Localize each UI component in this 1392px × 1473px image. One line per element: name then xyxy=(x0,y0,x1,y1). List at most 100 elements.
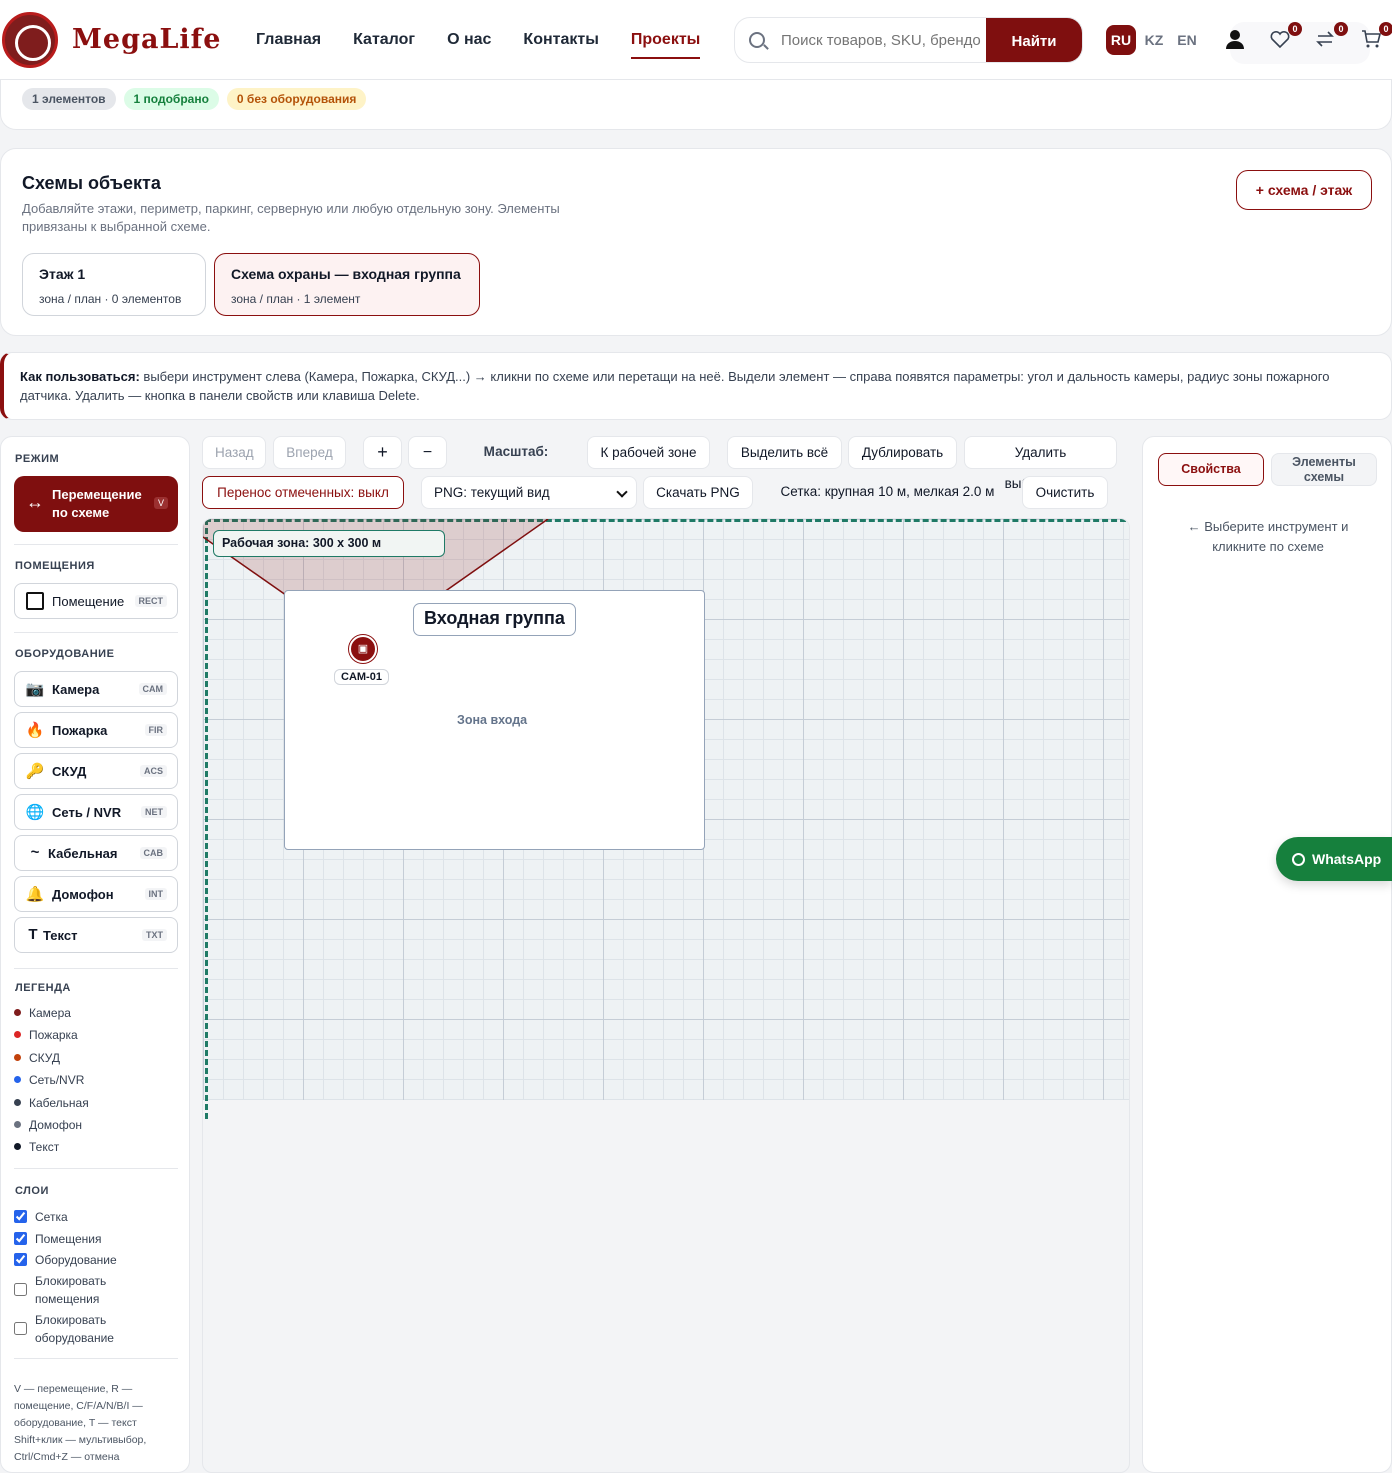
text-icon: T xyxy=(28,926,38,943)
pan-mode-key: V xyxy=(153,497,168,509)
scheme-tab-title: Этаж 1 xyxy=(39,266,86,282)
layer-rooms-checkbox[interactable] xyxy=(14,1232,27,1245)
access-control-tool-button[interactable]: 🔑 СКУД ACS xyxy=(14,753,178,789)
pan-mode-button[interactable]: ↔ Перемещение по схеме V xyxy=(14,476,178,532)
select-all-button[interactable]: Выделить всё xyxy=(727,436,842,469)
nav-about[interactable]: О нас xyxy=(431,0,507,80)
schemes-title: Схемы объекта xyxy=(22,173,161,193)
divider xyxy=(14,632,178,633)
tool-label: Камера xyxy=(52,682,100,697)
compare-count-badge: 0 xyxy=(1334,22,1348,36)
layer-grid-checkbox[interactable] xyxy=(14,1210,27,1223)
text-tool-button[interactable]: T Текст TXT xyxy=(14,917,178,953)
whatsapp-label: WhatsApp xyxy=(1312,851,1382,867)
scheme-tab-floor-1[interactable]: Этаж 1 зона / план · 0 элементов xyxy=(22,253,206,316)
nav-home[interactable]: Главная xyxy=(240,0,337,80)
png-mode-select[interactable]: PNG: текущий вид xyxy=(421,476,637,509)
room-name-label[interactable]: Входная группа xyxy=(413,603,576,636)
intercom-tool-button[interactable]: 🔔 Домофон INT xyxy=(14,876,178,912)
legend-dot xyxy=(14,1009,21,1016)
legend-section-title: ЛЕГЕНДА xyxy=(15,982,71,994)
nav-catalog[interactable]: Каталог xyxy=(337,0,431,80)
main-nav: Главная Каталог О нас Контакты Проекты xyxy=(240,0,716,80)
brand-name[interactable]: MegaLife xyxy=(72,24,221,55)
camera-tool-button[interactable]: 📷 Камера CAM xyxy=(14,671,178,707)
wishlist-count-badge: 0 xyxy=(1288,22,1302,36)
layer-rooms-toggle[interactable]: Помещения xyxy=(14,1230,174,1248)
scheme-tab-title: Схема охраны — входная группа xyxy=(231,266,461,282)
tool-label: Кабельная xyxy=(48,846,118,861)
fire-tool-button[interactable]: 🔥 Пожарка FIR xyxy=(14,712,178,748)
fire-icon: 🔥 xyxy=(25,722,45,739)
grid-info: Сетка: крупная 10 м, мелкая 2.0 м xyxy=(780,484,995,499)
search-bar: Найти xyxy=(734,17,1083,63)
layer-equipment-toggle[interactable]: Оборудование xyxy=(14,1251,174,1269)
divider xyxy=(14,544,178,545)
layer-grid-toggle[interactable]: Сетка xyxy=(14,1208,174,1226)
legend-item-access: СКУД xyxy=(14,1051,60,1065)
lock-rooms-checkbox[interactable] xyxy=(14,1283,27,1296)
move-arrows-icon: ↔ xyxy=(26,492,44,512)
tool-label: СКУД xyxy=(52,764,87,779)
redo-button[interactable]: Вперед xyxy=(273,436,346,469)
search-icon xyxy=(749,32,765,48)
download-png-button[interactable]: Скачать PNG xyxy=(643,476,753,509)
camera-icon: 📷 xyxy=(25,681,45,698)
layer-equipment-checkbox[interactable] xyxy=(14,1253,27,1266)
user-icon[interactable] xyxy=(1224,28,1246,50)
move-marked-toggle[interactable]: Перенос отмеченных: выкл xyxy=(202,476,404,509)
search-input[interactable] xyxy=(781,18,981,62)
room-tool-key: RECT xyxy=(134,595,167,607)
pan-mode-label: Перемещение по схеме xyxy=(52,487,142,520)
lang-ru[interactable]: RU xyxy=(1106,25,1136,55)
duplicate-button[interactable]: Дублировать xyxy=(848,436,957,469)
bell-icon: 🔔 xyxy=(25,886,45,903)
lock-rooms-toggle[interactable]: Блокировать помещения xyxy=(14,1272,174,1308)
search-button[interactable]: Найти xyxy=(986,18,1082,62)
equipment-section-title: ОБОРУДОВАНИЕ xyxy=(15,648,115,660)
camera-label[interactable]: CAM-01 xyxy=(334,669,389,685)
compare-icon[interactable] xyxy=(1314,28,1336,50)
scheme-canvas[interactable]: Рабочая зона: 300 x 300 м Входная группа… xyxy=(202,518,1130,1473)
nav-contacts[interactable]: Контакты xyxy=(507,0,614,80)
properties-hint: ← Выберите инструмент и кликните по схем… xyxy=(1187,519,1349,554)
globe-icon: 🌐 xyxy=(25,804,45,821)
cable-tool-button[interactable]: ~ Кабельная CAB xyxy=(14,835,178,871)
tools-panel: РЕЖИМ ↔ Перемещение по схеме V ПОМЕЩЕНИЯ… xyxy=(0,436,190,1473)
legend-item-network: Сеть/NVR xyxy=(14,1073,84,1087)
clear-button[interactable]: Очистить xyxy=(1022,476,1108,509)
usage-hint-label: Как пользоваться: xyxy=(20,369,140,384)
elements-count-chip: 1 элементов xyxy=(22,88,116,110)
lang-kz[interactable]: KZ xyxy=(1139,25,1169,55)
schemes-description: Добавляйте этажи, периметр, паркинг, сер… xyxy=(22,201,560,234)
megalife-logo[interactable] xyxy=(2,12,58,68)
nav-projects[interactable]: Проекты xyxy=(615,0,716,80)
divider xyxy=(14,1358,178,1359)
legend-dot xyxy=(14,1031,21,1038)
zoom-in-button[interactable]: + xyxy=(363,436,402,469)
room-tool-button[interactable]: Помещение RECT xyxy=(14,583,178,619)
tab-scheme-elements[interactable]: Элементы схемы xyxy=(1271,453,1377,486)
wave-icon: ~ xyxy=(30,844,40,861)
mode-section-title: РЕЖИМ xyxy=(15,453,60,465)
zoom-out-button[interactable]: − xyxy=(408,436,447,469)
lang-en[interactable]: EN xyxy=(1172,25,1202,55)
camera-marker[interactable]: ▣ xyxy=(349,635,377,663)
undo-button[interactable]: Назад xyxy=(202,436,266,469)
tab-properties[interactable]: Свойства xyxy=(1158,453,1264,486)
tool-label: Пожарка xyxy=(52,723,108,738)
network-tool-button[interactable]: 🌐 Сеть / NVR NET xyxy=(14,794,178,830)
add-scheme-button[interactable]: + схема / этаж xyxy=(1236,170,1372,210)
properties-panel: Свойства Элементы схемы ← Выберите инстр… xyxy=(1142,436,1392,1473)
delete-selected-button[interactable]: Удалить выбранные xyxy=(964,436,1117,491)
to-workzone-button[interactable]: К рабочей зоне xyxy=(587,436,710,469)
whatsapp-button[interactable]: WhatsApp xyxy=(1276,837,1392,881)
whatsapp-icon xyxy=(1292,853,1305,866)
scheme-tab-entrance[interactable]: Схема охраны — входная группа зона / пла… xyxy=(214,253,480,316)
tool-key: FIR xyxy=(144,724,167,736)
lock-equipment-toggle[interactable]: Блокировать оборудование xyxy=(14,1311,174,1347)
usage-hint-text: выбери инструмент слева (Камера, Пожарка… xyxy=(20,369,1330,403)
zoom-level: Масштаб: 100% xyxy=(483,444,549,490)
lock-equipment-checkbox[interactable] xyxy=(14,1322,27,1335)
matched-count-chip: 1 подобрано xyxy=(123,88,219,110)
